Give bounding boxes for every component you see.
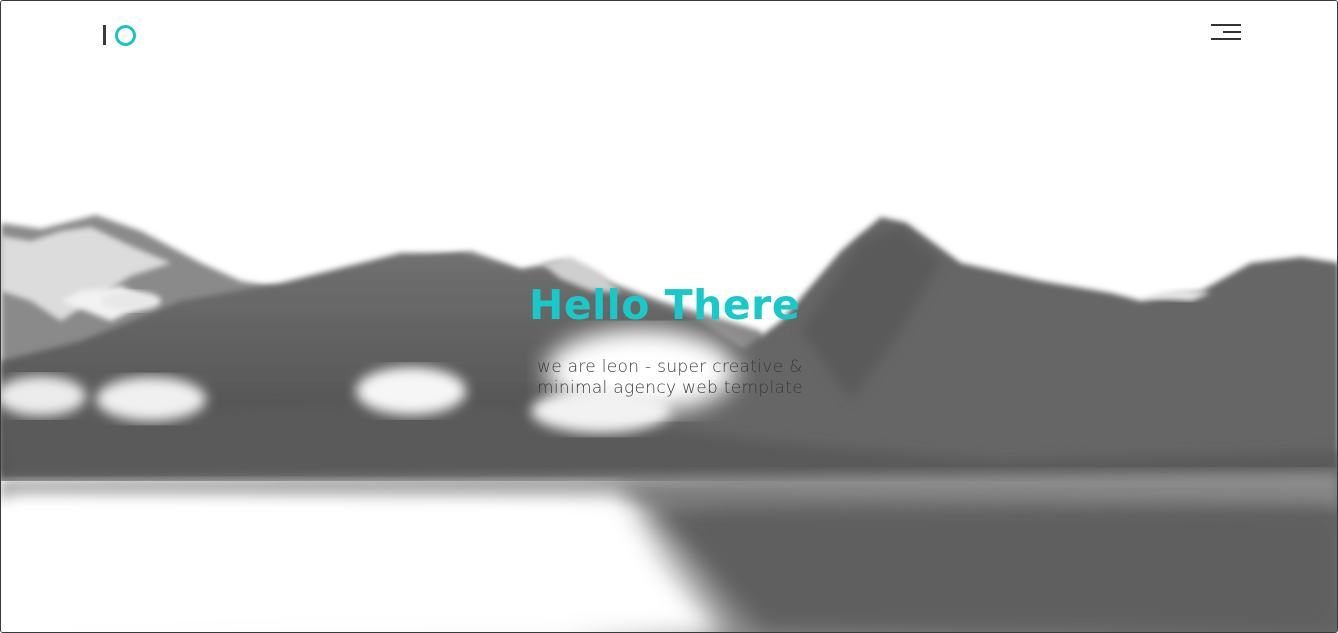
logo[interactable] (103, 23, 139, 47)
page-frame: Hello There we are leon - super creative… (0, 0, 1338, 633)
hero-subtitle: we are leon - super creative & minimal a… (537, 357, 803, 398)
menu-line (1223, 31, 1241, 33)
hamburger-menu-icon[interactable] (1209, 23, 1243, 43)
logo-bar-icon (103, 25, 106, 45)
menu-line (1211, 38, 1241, 40)
hero-title: Hello There (529, 281, 801, 329)
menu-line (1211, 24, 1241, 26)
logo-ring-icon (115, 24, 136, 46)
